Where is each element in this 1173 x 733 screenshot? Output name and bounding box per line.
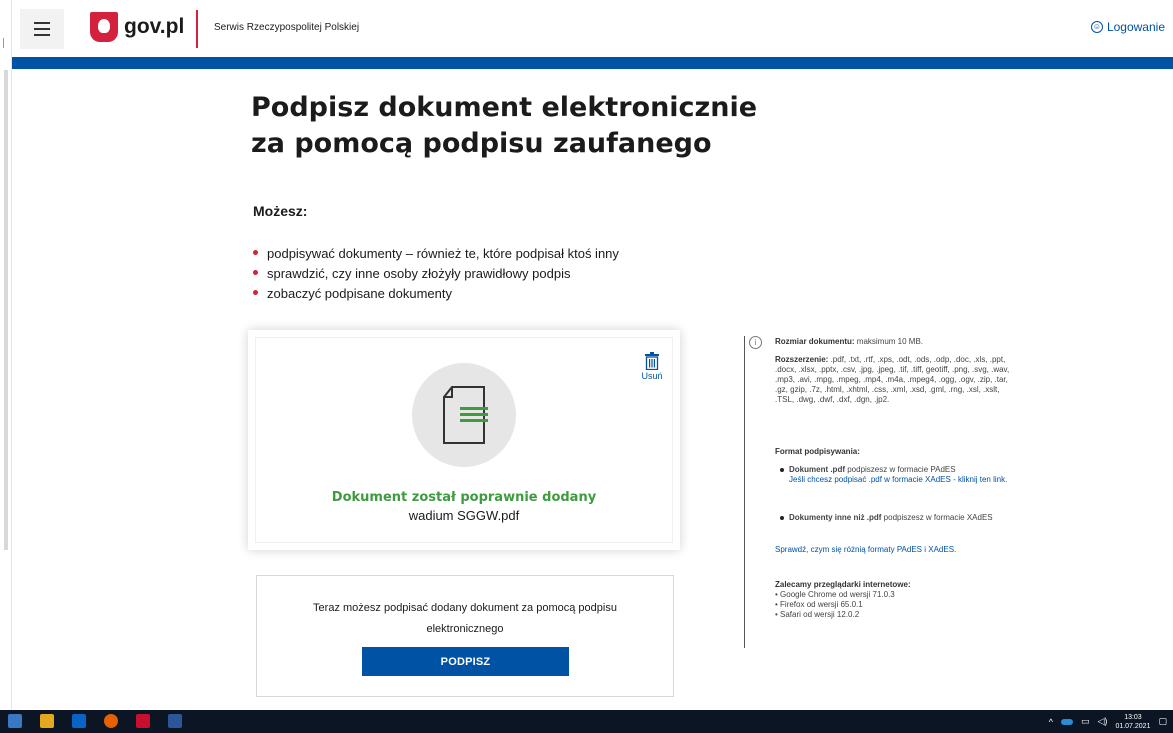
gov-logo[interactable]: gov.pl (90, 12, 184, 42)
document-icon (443, 386, 488, 444)
list-item: zobaczyć podpisane dokumenty (253, 284, 619, 304)
format-list: Dokument .pdf podpiszesz w formacie PAdE… (780, 465, 1010, 485)
menu-icon (34, 22, 50, 24)
document-preview (412, 363, 516, 467)
menu-button[interactable] (20, 9, 64, 49)
browser-scrollbar[interactable] (0, 0, 12, 710)
upload-card: Usuń Dokument został poprawnie dodany wa… (248, 330, 680, 550)
outlook-icon[interactable] (72, 714, 86, 728)
extension-info: Rozszerzenie: .pdf, .txt, .rtf, .xps, .o… (775, 355, 1010, 404)
list-item: Dokumenty inne niż .pdf podpiszesz w for… (780, 513, 1010, 523)
file-name: wadium SGGW.pdf (408, 508, 520, 523)
firefox-icon[interactable] (104, 714, 118, 728)
login-label: Logowanie (1106, 20, 1165, 34)
sign-box: Teraz możesz podpisać dodany dokument za… (256, 575, 674, 697)
login-link[interactable]: ☺ Logowanie (1090, 20, 1165, 34)
site-header: gov.pl Serwis Rzeczypospolitej Polskiej … (12, 0, 1173, 57)
header-blue-bar (12, 57, 1173, 69)
feature-list: podpisywać dokumenty – również te, które… (253, 244, 619, 304)
trash-icon (645, 352, 659, 370)
size-info: Rozmiar dokumentu: maksimum 10 MB. (775, 337, 924, 346)
chevron-up-icon[interactable]: ^ (1049, 717, 1053, 727)
list-item: podpisywać dokumenty – również te, które… (253, 244, 619, 264)
clock[interactable]: 13:03 01.07.2021 (1115, 713, 1150, 731)
system-tray: ^ ▭ ◁) 13:03 01.07.2021 ▢ (1049, 710, 1167, 733)
network-icon[interactable]: ▭ (1081, 716, 1090, 727)
list-item: sprawdzić, czy inne osoby złożyły prawid… (253, 264, 619, 284)
emblem-icon (90, 12, 118, 42)
format-list-other: Dokumenty inne niż .pdf podpiszesz w for… (780, 513, 1010, 523)
page-title: Podpisz dokument elektronicznie za pomoc… (251, 92, 758, 159)
scroll-marker (3, 38, 9, 48)
delete-label: Usuń (641, 371, 663, 381)
success-message: Dokument został poprawnie dodany (331, 490, 597, 505)
notification-icon[interactable]: ▢ (1158, 716, 1167, 727)
compare-formats-link[interactable]: Sprawdź, czym się różnią formaty PAdES i… (775, 545, 956, 554)
subheading: Możesz: (253, 203, 308, 219)
explorer-icon[interactable] (40, 714, 54, 728)
acrobat-icon[interactable] (136, 714, 150, 728)
taskbar: ^ ▭ ◁) 13:03 01.07.2021 ▢ (0, 710, 1173, 733)
onedrive-icon[interactable] (1061, 718, 1073, 725)
scroll-track[interactable] (4, 70, 8, 550)
volume-icon[interactable]: ◁) (1098, 716, 1108, 727)
sign-instruction: Teraz możesz podpisać dodany dokument za… (313, 602, 617, 635)
format-heading: Format podpisywania: (775, 447, 860, 456)
service-name: Serwis Rzeczypospolitej Polskiej (214, 22, 360, 33)
start-icon[interactable] (8, 714, 22, 728)
info-icon: i (749, 336, 762, 349)
word-icon[interactable] (168, 714, 182, 728)
user-icon: ☺ (1090, 21, 1103, 33)
browsers-info: Zalecamy przeglądarki internetowe: • Goo… (775, 580, 911, 619)
logo-text: gov.pl (124, 15, 185, 38)
sign-button[interactable]: PODPISZ (362, 647, 569, 676)
xades-pdf-link[interactable]: Jeśli chcesz podpisać .pdf w formacie XA… (789, 475, 1010, 485)
header-divider (196, 10, 198, 48)
list-item: Dokument .pdf podpiszesz w formacie PAdE… (780, 465, 1010, 485)
info-divider (744, 336, 745, 648)
delete-button[interactable]: Usuń (636, 352, 668, 381)
